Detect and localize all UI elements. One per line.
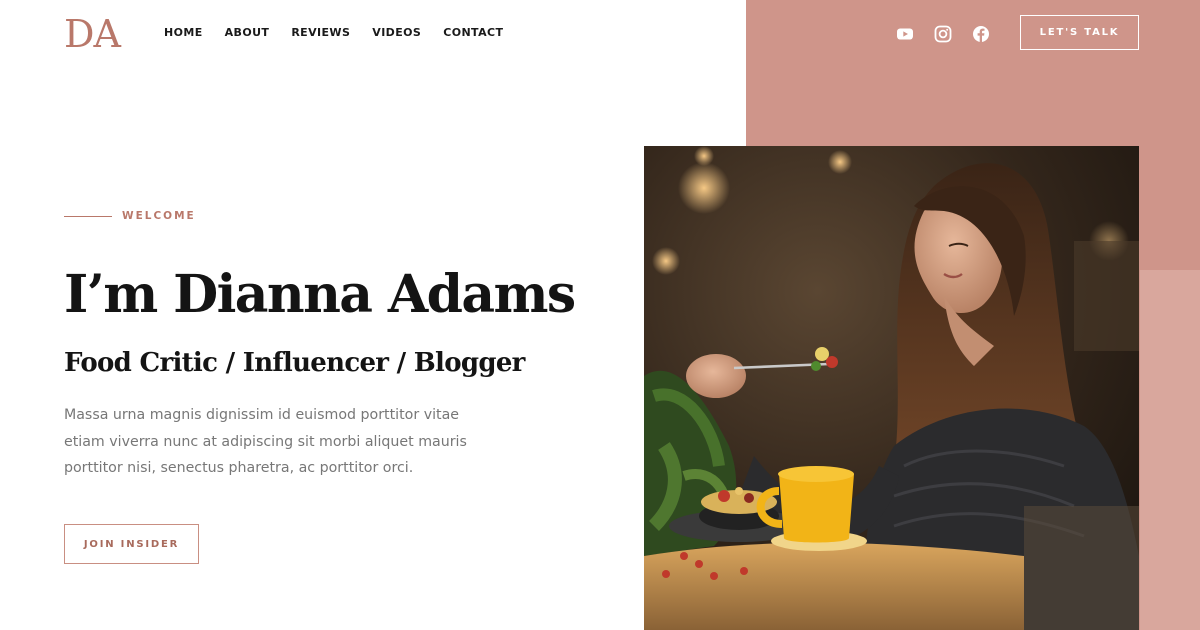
nav-item-videos[interactable]: VIDEOS [372,26,421,39]
youtube-icon[interactable] [896,25,914,43]
nav-item-reviews[interactable]: REVIEWS [291,26,350,39]
site-logo[interactable]: DA [64,14,121,54]
join-insider-button[interactable]: JOIN INSIDER [64,524,199,564]
hero-photo [644,146,1139,630]
nav-item-home[interactable]: HOME [164,26,203,39]
eyebrow-divider [64,215,112,217]
hero-description: Massa urna magnis dignissim id euismod p… [64,407,467,476]
eyebrow-label: WELCOME [122,210,196,222]
social-links [896,25,990,43]
main-nav: HOME ABOUT REVIEWS VIDEOS CONTACT [164,26,503,39]
instagram-icon[interactable] [934,25,952,43]
hero-title: I’m Dianna Adams [64,264,576,325]
facebook-icon[interactable] [972,25,990,43]
welcome-eyebrow: WELCOME [64,210,196,222]
accent-background-strip [1140,270,1200,630]
lets-talk-button[interactable]: LET'S TALK [1020,15,1139,50]
nav-item-about[interactable]: ABOUT [225,26,270,39]
hero-subtitle: Food Critic / Influencer / Blogger [64,348,525,378]
nav-item-contact[interactable]: CONTACT [443,26,503,39]
